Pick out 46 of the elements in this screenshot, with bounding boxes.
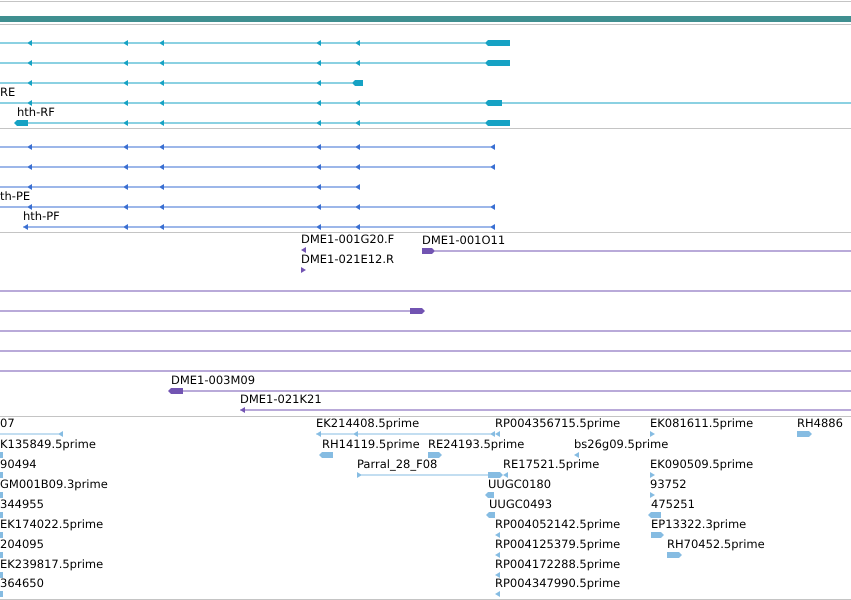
- feature-label: 90494: [0, 458, 37, 471]
- feature-label: 93752: [650, 478, 687, 491]
- feature-label: th-PE: [0, 190, 30, 203]
- feature-label: RH4886: [797, 417, 843, 430]
- feature-label: DME1-021K21: [240, 393, 322, 406]
- feature-drawing: [0, 571, 4, 579]
- feature-drawing: [0, 590, 4, 598]
- feature-label: RP004347990.5prime: [495, 577, 620, 590]
- feature-drawing: [0, 531, 4, 539]
- feature-label: RP004356715.5prime: [495, 417, 620, 430]
- feature-drawing: [0, 471, 4, 479]
- feature-label: hth-PF: [23, 210, 60, 223]
- feature-label: RP004052142.5prime: [495, 518, 620, 531]
- feature-label: RP004172288.5prime: [495, 558, 620, 571]
- feature-label: RE17521.5prime: [503, 458, 600, 471]
- feature-label: RH14119.5prime: [322, 438, 420, 451]
- feature-label: RH70452.5prime: [667, 538, 765, 551]
- feature-label: EK090509.5prime: [650, 458, 754, 471]
- feature-label: GM001B09.3prime: [0, 478, 108, 491]
- feature-label: EK239817.5prime: [0, 558, 104, 571]
- feature-drawing: [0, 451, 4, 459]
- feature-label: 204095: [0, 538, 44, 551]
- feature-label: 07: [0, 417, 15, 430]
- feature-label: RE: [0, 86, 16, 99]
- feature-label: 475251: [651, 498, 695, 511]
- feature-label: EP13322.3prime: [651, 518, 746, 531]
- feature-label: 344955: [0, 498, 44, 511]
- feature-label: RE24193.5prime: [428, 438, 524, 451]
- feature-label: hth-RF: [17, 106, 55, 119]
- feature-label: DME1-003M09: [171, 374, 256, 387]
- feature-drawing: [0, 511, 4, 519]
- feature-label: K135849.5prime: [0, 438, 96, 451]
- feature-drawing: [0, 551, 4, 559]
- feature-label: Parral_28_F08: [357, 458, 438, 471]
- feature-label: EK174022.5prime: [0, 518, 104, 531]
- feature-label: EK081611.5prime: [650, 417, 754, 430]
- feature-label: RP004125379.5prime: [495, 538, 620, 551]
- feature-label: DME1-001O11: [422, 234, 506, 247]
- feature-label: DME1-021E12.R: [301, 253, 394, 266]
- feature-drawing: [0, 491, 4, 499]
- feature-label: UUGC0493: [489, 498, 552, 511]
- feature-label: 364650: [0, 577, 44, 590]
- feature-label: bs26g09.5prime: [574, 438, 668, 451]
- feature-label: EK214408.5prime: [316, 417, 420, 430]
- feature-label: UUGC0180: [488, 478, 552, 491]
- feature-label: DME1-001G20.F: [301, 233, 394, 246]
